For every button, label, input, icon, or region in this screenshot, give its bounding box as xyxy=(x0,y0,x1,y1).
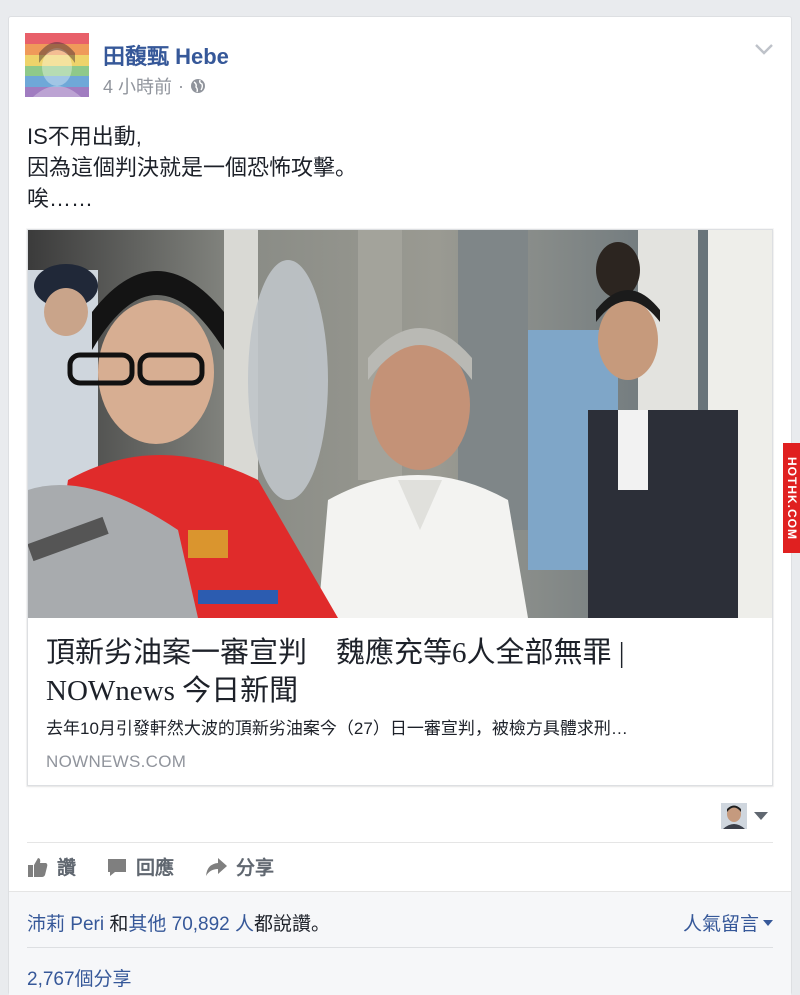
comment-button[interactable]: 回應 xyxy=(106,853,174,880)
top-comments-label: 人氣留言 xyxy=(682,914,759,935)
share-label: 分享 xyxy=(236,858,275,879)
post-options-chevron-icon[interactable] xyxy=(753,39,775,59)
action-bar: 讚 回應 分享 xyxy=(27,853,274,880)
liker-name-link[interactable]: 沛莉 Peri xyxy=(27,914,104,935)
link-preview-photo[interactable] xyxy=(28,230,772,618)
site-watermark: HOTHK.COM xyxy=(783,443,800,553)
author-name[interactable]: 田馥甄 Hebe xyxy=(103,39,229,71)
globe-icon xyxy=(191,79,206,93)
link-preview-card[interactable]: 頂新劣油案一審宣判 魏應充等6人全部無罪 | NOWnews 今日新聞 去年10… xyxy=(27,229,773,786)
caret-down-icon xyxy=(754,812,768,820)
likes-and-text: 和 xyxy=(104,914,129,935)
author-avatar[interactable] xyxy=(25,33,89,97)
post-meta: 4 小時前 · xyxy=(103,73,206,99)
link-description: 去年10月引發軒然大波的頂新劣油案今（27）日一審宣判，被檢方具體求刑… xyxy=(46,719,628,738)
top-comments-dropdown[interactable]: 人氣留言 xyxy=(683,909,773,936)
meta-separator: · xyxy=(178,75,185,96)
post-text-line: 因為這個判決就是一個恐怖攻擊。 xyxy=(27,155,358,180)
post-footer: 沛莉 Peri 和其他 70,892 人都說讚。 人氣留言 2,767個分享 xyxy=(9,891,791,995)
speech-bubble-icon xyxy=(108,858,127,876)
actions-divider xyxy=(27,842,773,843)
post-text-line: 唉…… xyxy=(27,186,94,211)
footer-divider xyxy=(27,947,773,948)
post-card: 田馥甄 Hebe 4 小時前 · IS不用出動, 因為這個判決就是一個恐怖攻擊。… xyxy=(8,16,792,995)
post-text: IS不用出動, 因為這個判決就是一個恐怖攻擊。 唉…… xyxy=(27,121,357,214)
share-button[interactable]: 分享 xyxy=(204,853,274,880)
thumbs-up-icon xyxy=(28,857,48,877)
comment-label: 回應 xyxy=(136,858,175,879)
post-timestamp[interactable]: 4 小時前 xyxy=(103,73,172,99)
link-title[interactable]: 頂新劣油案一審宣判 魏應充等6人全部無罪 | NOWnews 今日新聞 xyxy=(46,634,758,710)
audience-selector[interactable] xyxy=(721,803,769,829)
viewer-avatar xyxy=(721,803,747,829)
link-domain: NOWNEWS.COM xyxy=(46,752,187,771)
share-arrow-icon xyxy=(206,857,228,876)
likes-suffix: 都說讚。 xyxy=(254,914,331,935)
others-likers-link[interactable]: 其他 70,892 人 xyxy=(128,914,254,935)
post-text-line: IS不用出動, xyxy=(27,124,142,149)
shares-count-link[interactable]: 2,767個分享 xyxy=(27,964,132,991)
like-label: 讚 xyxy=(57,858,77,879)
caret-down-icon xyxy=(763,919,773,926)
like-button[interactable]: 讚 xyxy=(27,853,76,880)
likes-summary: 沛莉 Peri 和其他 70,892 人都說讚。 xyxy=(27,909,330,936)
